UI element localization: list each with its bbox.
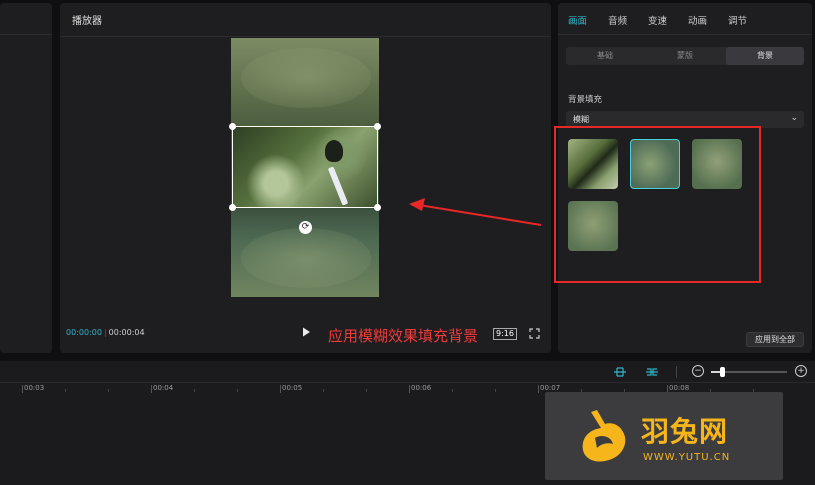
ruler-label: 00:08 [669, 384, 690, 392]
split-link-icon[interactable] [645, 366, 659, 378]
annotation-arrow-icon [409, 198, 542, 226]
ruler-minor-tick [452, 389, 453, 392]
tab-picture[interactable]: 画面 [568, 13, 587, 27]
ruler-label: 00:06 [411, 384, 432, 392]
rabbit-logo-icon [582, 410, 626, 462]
tab-speed[interactable]: 变速 [648, 13, 667, 27]
brand-name: 羽兔网 [641, 415, 729, 448]
ruler-minor-tick [65, 389, 66, 392]
ruler-minor-tick [194, 389, 195, 392]
resize-handle-bottom-right[interactable] [374, 204, 381, 211]
properties-tabs: 画面 音频 变速 动画 调节 [558, 3, 812, 35]
clip-selection-box[interactable] [232, 126, 378, 208]
fill-mode-value: 模糊 [573, 115, 589, 124]
tab-audio[interactable]: 音频 [608, 13, 627, 27]
timecode-separator: | [103, 328, 107, 337]
current-time: 00:00:00 [66, 328, 102, 337]
media-panel [0, 3, 52, 353]
annotation-highlight-box [554, 126, 761, 283]
apply-to-all-button[interactable]: 应用到全部 [746, 332, 804, 347]
ruler-tick [22, 385, 23, 393]
zoom-slider-knob[interactable] [720, 367, 725, 377]
ruler-minor-tick [495, 389, 496, 392]
chevron-down-icon: ⌄ [790, 113, 798, 123]
fullscreen-icon[interactable] [529, 328, 540, 339]
ruler-label: 00:04 [153, 384, 174, 392]
ruler-minor-tick [323, 389, 324, 392]
tab-adjust[interactable]: 调节 [728, 13, 747, 27]
play-icon[interactable] [300, 326, 312, 338]
ruler-tick [151, 385, 152, 393]
subtab-background[interactable]: 背景 [726, 47, 804, 65]
resize-handle-top-right[interactable] [374, 123, 381, 130]
total-time: 00:00:04 [108, 328, 145, 337]
subtab-mask[interactable]: 蒙版 [646, 47, 724, 65]
blur-highlight-top [241, 48, 371, 108]
ruler-tick [409, 385, 410, 393]
media-panel-divider [0, 34, 52, 35]
annotation-text: 应用模糊效果填充背景 [328, 327, 479, 345]
tab-animation[interactable]: 动画 [688, 13, 707, 27]
rotate-icon[interactable]: ⟳ [299, 221, 312, 234]
player-header-divider [60, 36, 551, 37]
zoom-out-icon[interactable]: − [692, 365, 704, 377]
ruler-label: 00:03 [24, 384, 45, 392]
picture-subtabs: 基础 蒙版 背景 [566, 47, 804, 65]
yutu-watermark: 羽兔网 WWW.YUTU.CN [545, 392, 783, 480]
ruler-minor-tick [366, 389, 367, 392]
subtab-basic[interactable]: 基础 [566, 47, 644, 65]
ruler-tick [538, 385, 539, 393]
toolbar-divider [676, 366, 677, 378]
timecode-display: 00:00:00 | 00:00:04 [66, 328, 145, 337]
brand-url: WWW.YUTU.CN [643, 452, 731, 463]
resize-handle-bottom-left[interactable] [229, 204, 236, 211]
ruler-tick [280, 385, 281, 393]
player-title: 播放器 [72, 16, 102, 27]
blur-highlight-bottom [241, 228, 371, 288]
resize-handle-top-left[interactable] [229, 123, 236, 130]
aspect-ratio-button[interactable]: 9:16 [493, 328, 517, 340]
snap-icon[interactable] [613, 366, 627, 378]
editor-window: 播放器 00:00:00 | 00:00:04 9:16 ⟳ 应用模糊效果填充背景 [0, 0, 815, 485]
ruler-minor-tick [237, 389, 238, 392]
ruler-label: 00:05 [282, 384, 303, 392]
ruler-minor-tick [108, 389, 109, 392]
background-fill-label: 背景填充 [568, 95, 603, 105]
ruler-label: 00:07 [540, 384, 561, 392]
timeline-toolbar: − + [0, 361, 815, 383]
zoom-in-icon[interactable]: + [795, 365, 807, 377]
